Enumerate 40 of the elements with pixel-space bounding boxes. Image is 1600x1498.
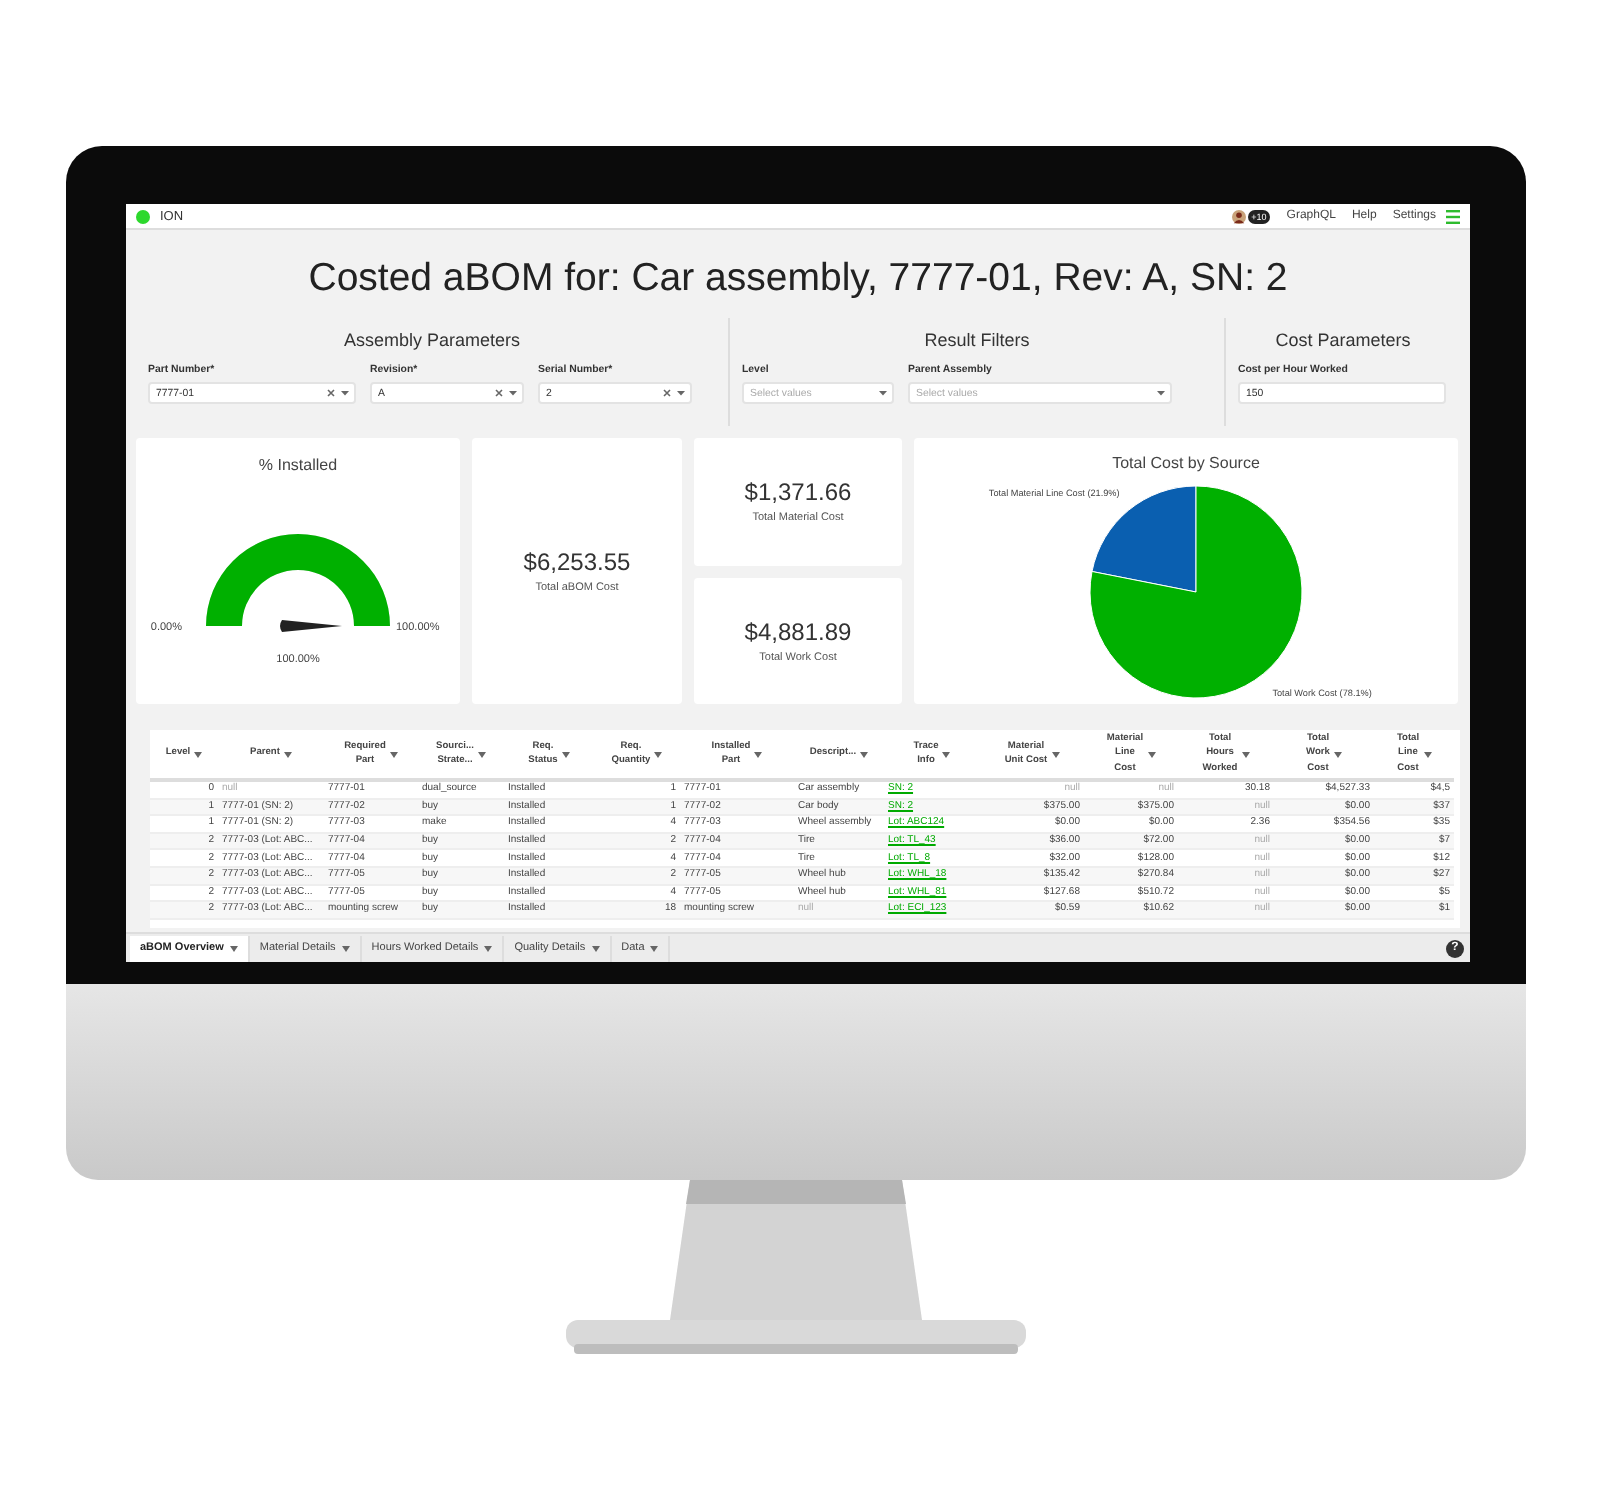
caret-icon [194,751,203,757]
kpi-value: $4,881.89 [744,617,852,646]
caret-icon [508,388,518,398]
caret-icon [942,751,951,757]
card-title: % Installed [258,456,338,474]
caret-icon [1051,751,1060,757]
caret-icon [341,945,350,951]
caret-icon [591,945,600,951]
caret-icon [283,751,292,757]
page-title: Costed aBOM for: Car assembly, 7777-01, Rev: A, SN: 2 [306,254,1290,304]
caret-icon [1333,751,1342,757]
caret-icon [1156,388,1166,398]
caret-icon [389,751,398,757]
section-title: Result Filters [922,330,1032,350]
clear-icon [494,388,504,398]
caret-icon [650,945,659,951]
logo-dot-icon [136,209,150,223]
caret-icon [1241,751,1250,757]
caret-icon [1423,751,1432,757]
section-title: Cost Parameters [1273,330,1413,350]
caret-icon [340,388,350,398]
caret-icon [561,751,570,757]
clear-icon [326,388,336,398]
caret-icon [676,388,686,398]
caret-icon [1147,751,1156,757]
caret-icon [229,945,238,951]
gauge-needle [280,620,342,632]
section-title: Assembly Parameters [341,330,523,350]
caret-icon [477,751,486,757]
caret-icon [754,751,763,757]
caret-icon [654,751,663,757]
avatar-icon [1231,209,1246,223]
chart-title: Total Cost by Source [1112,454,1260,472]
caret-icon [878,388,888,398]
kpi-value: $1,371.66 [744,478,852,507]
clear-icon [662,388,672,398]
menu-icon [1446,209,1460,223]
kpi-value: $6,253.55 [523,548,631,576]
caret-icon [484,945,493,951]
caret-icon [860,751,869,757]
